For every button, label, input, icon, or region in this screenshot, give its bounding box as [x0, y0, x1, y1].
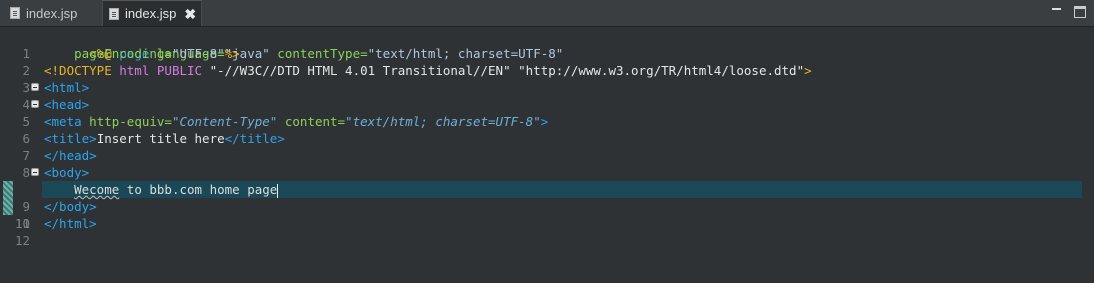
line-number: 12: [14, 233, 30, 248]
code-line-3: 3 <!DOCTYPE html PUBLIC "-//W3C//DTD HTM…: [0, 62, 1094, 95]
editor-tab-bar: index.jsp index.jsp ✖: [0, 0, 1094, 27]
code-line-10-active: 10 Wecome to bbb.com home page: [0, 181, 1094, 231]
code-line-6: 6 <meta http-equiv="Content-Type" conten…: [0, 113, 1094, 146]
code-line-4: 4 <html>: [0, 79, 1094, 112]
jsp-file-icon: [10, 7, 20, 19]
code-line-11: 11 </body>: [0, 198, 1094, 231]
fold-toggle-icon[interactable]: [31, 100, 39, 108]
body-text: to bbb.com home page: [119, 182, 278, 197]
tab-label: index.jsp: [125, 6, 177, 21]
code-editor[interactable]: 1 <%@ page language="java" contentType="…: [0, 27, 1094, 248]
attr-value: "Content-Type": [171, 114, 278, 129]
code-line-2: 2 pageEncoding="UTF-8"%>: [0, 45, 1094, 78]
code-line-1: 1 <%@ page language="java" contentType="…: [0, 28, 1094, 61]
html-tag: >: [540, 114, 549, 129]
html-tag: <html>: [44, 80, 90, 95]
html-tag: <body>: [44, 165, 90, 180]
code-line-8: 8 </head>: [0, 147, 1094, 180]
fold-toggle-icon[interactable]: [31, 168, 39, 176]
attr-value: "text/html; charset=UTF-8": [345, 114, 541, 129]
close-tab-icon[interactable]: ✖: [184, 7, 196, 21]
html-tag: <meta: [44, 114, 82, 129]
text-cursor: [277, 183, 279, 198]
minimize-icon[interactable]: [1050, 6, 1062, 18]
html-tag: </html>: [44, 216, 97, 231]
doctype-string: "-//W3C//DTD HTML 4.01 Transitional//EN": [209, 63, 511, 78]
doctype-string: "http://www.w3.org/TR/html4/loose.dtd": [510, 63, 805, 78]
tab-index-jsp-2-active[interactable]: index.jsp ✖: [102, 0, 202, 26]
code-line-5: 5 <head>: [0, 96, 1094, 129]
fold-toggle-icon[interactable]: [31, 83, 39, 91]
code-line-9: 9 <body>: [0, 164, 1094, 214]
maximize-icon[interactable]: [1074, 6, 1086, 18]
html-tag: <head>: [44, 97, 90, 112]
title-text: Insert title here: [96, 131, 225, 146]
doctype-close: >: [804, 63, 812, 78]
tab-index-jsp-1[interactable]: index.jsp: [4, 0, 102, 26]
tab-label: index.jsp: [26, 5, 78, 21]
jsp-file-icon: [109, 7, 119, 20]
code-line-7: 7 <title>Insert title here</title>: [0, 130, 1094, 163]
misspelled-word: Wecome: [74, 182, 120, 197]
attr-name: http-equiv=: [81, 114, 172, 129]
doctype-keywords: html PUBLIC: [111, 63, 210, 78]
attr-name: pageEncoding=: [74, 46, 172, 61]
code-line-12: 12 </html>: [0, 215, 1094, 248]
html-tag: </head>: [44, 148, 97, 163]
jsp-directive-close: %>: [224, 46, 240, 61]
html-tag: <title>: [44, 131, 97, 146]
attr-name: content=: [277, 114, 346, 129]
doctype-open: <!DOCTYPE: [44, 63, 112, 78]
html-tag: </title>: [224, 131, 285, 146]
attr-value: "UTF-8": [171, 46, 225, 61]
html-tag: </body>: [44, 199, 97, 214]
